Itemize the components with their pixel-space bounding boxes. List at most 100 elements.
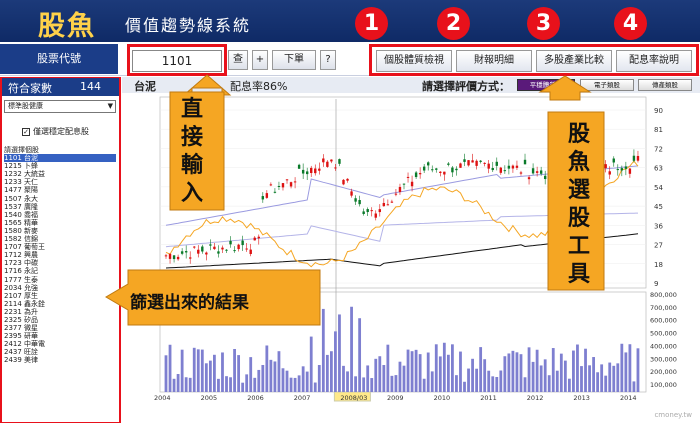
x-tick-label: 2012 (527, 394, 544, 402)
volume-bar (596, 372, 600, 392)
list-item[interactable]: 1707 葡萄王 (4, 243, 116, 251)
volume-bar (208, 360, 212, 392)
candle-body (225, 249, 228, 251)
candle-body (431, 169, 434, 171)
list-item[interactable]: 1565 精華 (4, 219, 116, 227)
list-item[interactable]: 1777 生泰 (4, 276, 116, 284)
candle-body (386, 204, 390, 206)
volume-bar (253, 377, 257, 392)
volume-bar (245, 374, 249, 392)
candle-body (491, 168, 494, 171)
candle-body (326, 161, 329, 167)
list-item[interactable]: 2377 微星 (4, 324, 116, 332)
candle-body (471, 160, 474, 163)
eval-option-electronics[interactable]: 電子類股 (580, 79, 634, 91)
volume-bar (487, 370, 491, 392)
volume-bar (273, 361, 277, 392)
volume-bar (632, 381, 636, 392)
candle-body (519, 172, 523, 174)
list-item[interactable]: 2231 為升 (4, 308, 116, 316)
candle-body (624, 166, 628, 169)
count-bar: 符合家數 144 (2, 78, 119, 96)
candle-body (269, 184, 273, 186)
volume-bar (499, 370, 503, 392)
volume-bar (390, 375, 394, 392)
volume-bar (620, 343, 624, 392)
candle-body (346, 178, 349, 181)
candle-body (459, 163, 462, 168)
stable-dividend-checkbox[interactable]: ✓ 僅選穩定配息股 (22, 126, 89, 137)
volume-bar (176, 374, 180, 392)
volume-bar (321, 308, 325, 392)
volume-bar (434, 344, 438, 392)
candle-body (237, 244, 240, 250)
candle-body (552, 175, 555, 181)
candle-body (338, 159, 341, 164)
price-tick-label: 63 (654, 165, 663, 173)
volume-bar (241, 382, 245, 392)
volume-tick-label: 600,000 (650, 317, 677, 325)
candle-body (350, 191, 353, 196)
candle-body (515, 165, 519, 168)
list-item[interactable]: 1477 聚陽 (4, 186, 116, 194)
candle-body (233, 250, 236, 252)
volume-bar (281, 368, 285, 392)
volume-tick-label: 200,000 (650, 368, 677, 376)
list-item[interactable]: 1537 廣隆 (4, 203, 116, 211)
volume-bar (463, 381, 466, 392)
legend-low: 低 50.1 (248, 97, 274, 105)
candle-body (402, 183, 406, 185)
list-item[interactable]: 2034 允強 (4, 284, 116, 292)
highlight-input (127, 44, 227, 76)
price-tick-label: 81 (654, 126, 663, 134)
price-tick-label: 36 (654, 222, 663, 230)
candle-body (447, 163, 450, 165)
x-tick-label: 2007 (294, 394, 311, 402)
candle-body (265, 193, 269, 198)
candle-body (382, 202, 386, 207)
volume-bar (285, 370, 289, 392)
list-item[interactable]: 2439 美律 (4, 356, 116, 364)
help-button[interactable]: ? (320, 50, 336, 70)
candle-body (495, 161, 498, 166)
volume-bar (576, 344, 579, 392)
volume-bar (515, 352, 519, 392)
volume-bar (410, 351, 414, 392)
candle-body (374, 213, 377, 218)
order-button[interactable]: 下單 (272, 50, 316, 70)
list-item[interactable]: 1580 新麥 (4, 227, 116, 235)
stock-list[interactable]: 請選擇個股 1101 台泥 1215 卜蜂 1232 大統益 1233 天仁 1… (4, 146, 116, 422)
list-item[interactable]: 2325 矽品 (4, 316, 116, 324)
list-item[interactable]: 2114 鑫永銓 (4, 300, 116, 308)
legend-price-growth: 價格成長 77.23 (309, 97, 360, 105)
app-name: 股魚 (38, 11, 96, 42)
list-item[interactable]: 2107 厚生 (4, 292, 116, 300)
volume-bar (539, 365, 543, 392)
volume-bar (172, 378, 176, 392)
query-button[interactable]: 查 (228, 50, 248, 70)
candle-body (499, 167, 503, 173)
list-item[interactable]: 1101 台泥 (4, 154, 116, 163)
annotation-filter-result: 篩選出來的結果 (130, 293, 249, 313)
candle-body (422, 166, 426, 171)
eval-option-stable[interactable]: 平穩體質股 (517, 79, 575, 91)
candle-body (322, 158, 325, 163)
list-item[interactable]: 1716 永記 (4, 267, 116, 275)
volume-bar (616, 363, 620, 392)
candle-body (596, 168, 599, 173)
add-button[interactable]: + (252, 50, 268, 70)
filter-select[interactable]: 標準股健康 ▼ (4, 100, 116, 113)
candle-body (378, 209, 381, 213)
candle-body (172, 255, 176, 260)
volume-bar (382, 365, 386, 392)
list-item[interactable]: 1507 永大 (4, 195, 116, 203)
candle-body (293, 181, 297, 183)
price-tick-label: 9 (654, 280, 658, 288)
volume-bar (229, 377, 232, 392)
eval-option-traditional[interactable]: 傳產類股 (638, 79, 692, 91)
volume-tick-label: 100,000 (650, 381, 677, 389)
volume-bar (342, 365, 345, 392)
list-item[interactable]: 1582 信錦 (4, 235, 116, 243)
candle-body (334, 167, 337, 169)
list-item[interactable]: 1540 喬福 (4, 211, 116, 219)
